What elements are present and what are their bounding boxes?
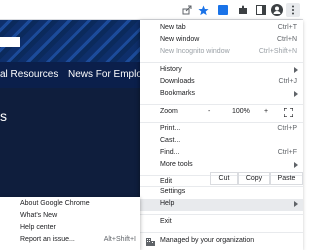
fullscreen-icon[interactable] <box>283 107 294 118</box>
menu-item-find[interactable]: Find... Ctrl+F <box>140 148 303 160</box>
profile-icon[interactable] <box>270 3 284 17</box>
side-panel-icon[interactable] <box>254 3 268 17</box>
paste-label: Paste <box>277 175 296 182</box>
menu-item-label: Settings <box>160 188 186 195</box>
zoom-level: 100% <box>232 108 250 115</box>
menu-item-exit[interactable]: Exit <box>140 217 303 229</box>
menu-item-print[interactable]: Print... Ctrl+P <box>140 124 303 136</box>
submenu-arrow-icon <box>294 91 298 97</box>
menu-item-settings[interactable]: Settings <box>140 187 303 199</box>
submenu-item-label: Report an issue... <box>20 236 75 243</box>
building-icon <box>146 237 155 246</box>
menu-item-label: New window <box>160 36 200 43</box>
cut-label: Cut <box>218 175 230 182</box>
menu-item-history[interactable]: History <box>140 65 303 77</box>
menu-item-label: New tab <box>160 24 186 31</box>
menu-item-zoom: Zoom - 100% + <box>140 106 303 120</box>
shortcut-text: Ctrl+J <box>278 78 297 85</box>
submenu-item-report-issue[interactable]: Report an issue... Alt+Shift+I <box>0 235 140 247</box>
submenu-item-label: Help center <box>20 224 56 231</box>
submenu-item-help-center[interactable]: Help center <box>0 223 140 235</box>
menu-item-more-tools[interactable]: More tools <box>140 160 303 172</box>
managed-by-org-item[interactable]: Managed by your organization <box>140 236 303 248</box>
page-banner <box>0 20 140 62</box>
shortcut-text: Alt+Shift+I <box>103 236 136 243</box>
shortcut-text: Ctrl+T <box>277 24 297 31</box>
paste-button[interactable]: Paste <box>270 172 303 185</box>
submenu-arrow-icon <box>294 201 298 207</box>
nav-link-resources[interactable]: al Resources <box>0 69 58 80</box>
menu-item-label: Find... <box>160 149 180 156</box>
bookmark-star-icon[interactable] <box>196 3 210 17</box>
menu-item-label: Exit <box>160 218 172 225</box>
menu-separator <box>140 232 303 233</box>
menu-item-help[interactable]: Help <box>140 199 303 211</box>
zoom-in-button[interactable]: + <box>264 108 268 115</box>
menu-item-label: Managed by your organization <box>160 237 255 244</box>
menu-item-new-tab[interactable]: New tab Ctrl+T <box>140 23 303 35</box>
menu-item-label: Downloads <box>160 78 195 85</box>
page-hero: s <box>0 88 140 204</box>
menu-item-label: Bookmarks <box>160 90 196 97</box>
share-icon[interactable] <box>180 3 194 17</box>
cut-button[interactable]: Cut <box>210 172 238 185</box>
menu-item-label: Help <box>160 200 175 207</box>
submenu-item-whats-new[interactable]: What's New <box>0 211 140 223</box>
shortcut-text: Ctrl+F <box>277 149 297 156</box>
more-vert-icon[interactable] <box>286 3 300 17</box>
menu-item-new-window[interactable]: New window Ctrl+N <box>140 35 303 47</box>
help-submenu: About Google Chrome What's New Help cent… <box>0 197 140 250</box>
menu-item-label: Print... <box>160 125 181 132</box>
menu-item-cast[interactable]: Cast... <box>140 136 303 148</box>
menu-separator <box>140 104 303 105</box>
submenu-arrow-icon <box>294 67 298 73</box>
zoom-label: Zoom <box>160 108 178 115</box>
page-navbar: al Resources News For Employees <box>0 62 163 88</box>
shortcut-text: Ctrl+P <box>277 125 297 132</box>
menu-item-new-incognito-window: New Incognito window Ctrl+Shift+N <box>140 47 303 59</box>
menu-item-label: Cast... <box>160 137 181 144</box>
menu-item-bookmarks[interactable]: Bookmarks <box>140 89 303 101</box>
menu-separator <box>140 62 303 63</box>
submenu-item-label: About Google Chrome <box>20 200 90 207</box>
menu-item-label: Edit <box>160 178 173 185</box>
menu-item-label: History <box>160 66 182 73</box>
page-search-field[interactable] <box>0 37 20 47</box>
submenu-arrow-icon <box>294 162 298 168</box>
copy-label: Copy <box>245 175 263 182</box>
submenu-item-about-chrome[interactable]: About Google Chrome <box>0 199 140 211</box>
menu-item-label: New Incognito window <box>160 48 230 55</box>
menu-separator <box>140 214 303 215</box>
extension-blue-icon[interactable] <box>216 3 230 17</box>
zoom-out-button[interactable]: - <box>208 108 210 115</box>
browser-toolbar <box>0 0 303 20</box>
shortcut-text: Ctrl+Shift+N <box>258 48 297 55</box>
extension-icon[interactable] <box>236 3 250 17</box>
shortcut-text: Ctrl+N <box>276 36 297 43</box>
chrome-main-menu: New tab Ctrl+T New window Ctrl+N New Inc… <box>140 20 303 250</box>
submenu-item-label: What's New <box>20 212 58 219</box>
menu-item-downloads[interactable]: Downloads Ctrl+J <box>140 77 303 89</box>
hero-text: s <box>0 108 7 124</box>
menu-separator <box>140 122 303 123</box>
menu-item-label: More tools <box>160 161 193 168</box>
copy-button[interactable]: Copy <box>238 172 270 185</box>
